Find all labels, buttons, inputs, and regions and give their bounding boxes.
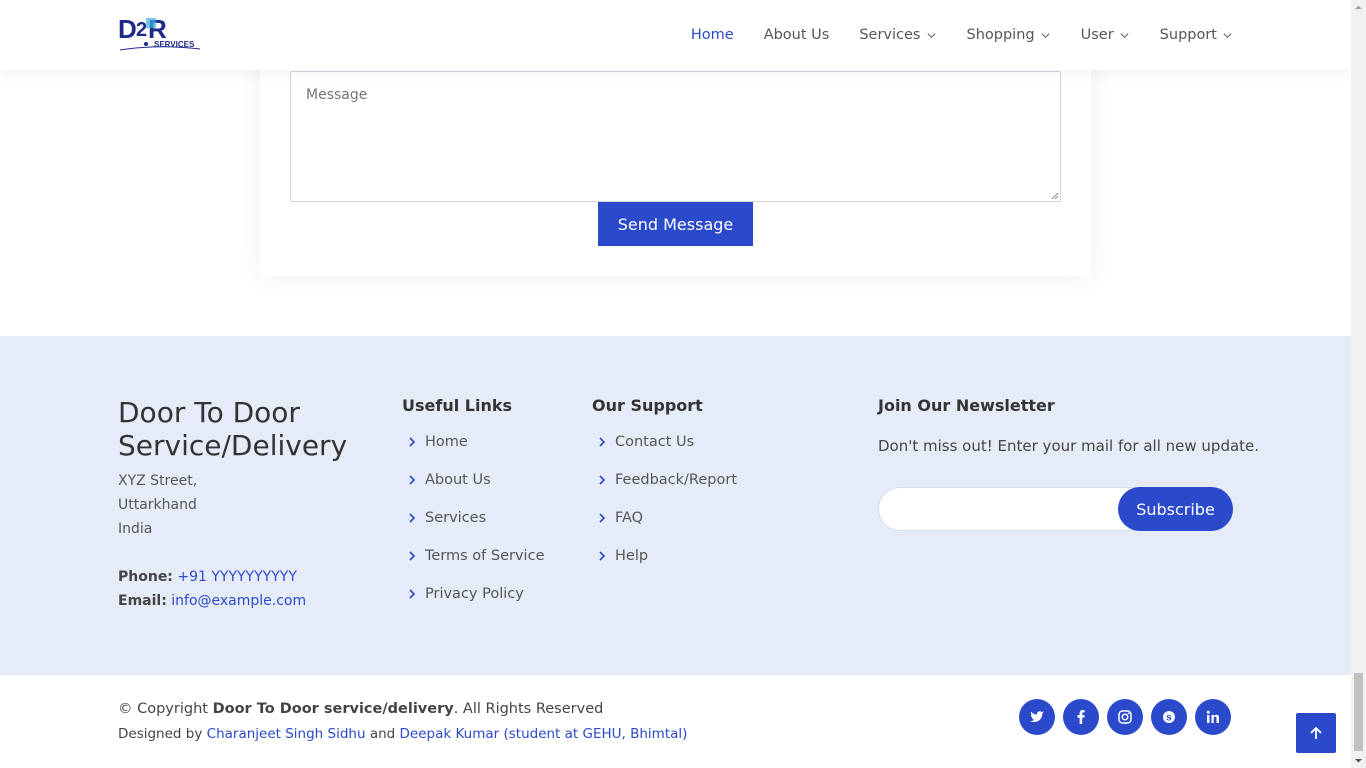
footer-link-services[interactable]: Services xyxy=(408,510,486,526)
phone-label: Phone: xyxy=(118,569,173,585)
nav-support-label: Support xyxy=(1159,27,1217,43)
chevron-right-icon xyxy=(409,589,416,599)
newsletter-title: Join Our Newsletter xyxy=(878,396,1055,415)
credits-and: and xyxy=(365,726,400,742)
chevron-right-icon xyxy=(599,513,606,523)
footer-link-label: Help xyxy=(615,548,649,564)
facebook-icon xyxy=(1077,710,1085,724)
designer-link[interactable]: Deepak Kumar (student at GEHU, Bhimtal) xyxy=(400,726,688,742)
copyright-prefix: © Copyright xyxy=(118,701,213,717)
email-line: Email: info@example.com xyxy=(118,593,306,609)
arrow-up-icon xyxy=(1310,726,1322,739)
footer-link-feedback[interactable]: Feedback/Report xyxy=(598,472,737,488)
social-links xyxy=(1019,699,1239,735)
footer-link-label: Terms of Service xyxy=(425,548,545,564)
nav-user-label: User xyxy=(1080,27,1114,43)
linkedin-icon xyxy=(1206,710,1219,723)
nav-shopping-label: Shopping xyxy=(966,27,1035,43)
facebook-link[interactable] xyxy=(1063,699,1099,735)
nav-shopping[interactable]: Shopping xyxy=(967,27,1051,43)
address-line: XYZ Street, xyxy=(118,473,198,489)
resize-handle-icon[interactable] xyxy=(1050,191,1059,200)
chevron-down-icon xyxy=(1041,32,1050,38)
footer-brand-line1: Door To Door xyxy=(118,396,300,429)
newsletter-form: Subscribe xyxy=(878,487,1233,531)
chevron-down-icon xyxy=(1120,32,1129,38)
footer-link-label: About Us xyxy=(425,472,491,488)
phone-line: Phone: +91 YYYYYYYYYY xyxy=(118,569,297,585)
chevron-right-icon xyxy=(599,475,606,485)
footer-link-home[interactable]: Home xyxy=(408,434,468,450)
copyright-suffix: . All Rights Reserved xyxy=(453,701,604,717)
chevron-right-icon xyxy=(409,475,416,485)
chevron-down-icon xyxy=(1223,32,1232,38)
footer-link-contact-us[interactable]: Contact Us xyxy=(598,434,694,450)
footer-bottom: © Copyright Door To Door service/deliver… xyxy=(0,675,1351,768)
subscribe-button[interactable]: Subscribe xyxy=(1118,487,1233,531)
twitter-icon xyxy=(1030,711,1044,723)
footer-link-privacy[interactable]: Privacy Policy xyxy=(408,586,524,602)
phone-link[interactable]: +91 YYYYYYYYYY xyxy=(177,569,297,585)
footer-link-terms[interactable]: Terms of Service xyxy=(408,548,544,564)
footer-link-label: Contact Us xyxy=(615,434,695,450)
site-header: D 2 R SERVICES Home About Us Services Sh… xyxy=(0,0,1351,70)
footer-top: Door To Door Service/Delivery XYZ Street… xyxy=(0,336,1351,675)
footer-link-label: Privacy Policy xyxy=(425,586,524,602)
useful-links-title: Useful Links xyxy=(402,396,513,415)
back-to-top-button[interactable] xyxy=(1296,713,1336,753)
nav-home[interactable]: Home xyxy=(691,27,734,43)
svg-text:2: 2 xyxy=(136,19,147,41)
main-nav: Home About Us Services Shopping User Sup… xyxy=(661,0,1233,70)
footer-brand-line2: Service/Delivery xyxy=(118,429,348,462)
chevron-right-icon xyxy=(599,437,606,447)
site-logo[interactable]: D 2 R SERVICES xyxy=(118,14,202,56)
designed-by-label: Designed by xyxy=(118,726,207,742)
copyright-text: © Copyright Door To Door service/deliver… xyxy=(118,701,603,717)
footer-link-label: Feedback/Report xyxy=(615,472,738,488)
message-textarea[interactable] xyxy=(290,71,1061,202)
svg-text:D: D xyxy=(118,14,137,44)
send-message-button[interactable]: Send Message xyxy=(598,202,753,246)
address-line: Uttarkhand xyxy=(118,497,197,513)
page-scrollbar[interactable] xyxy=(1351,0,1366,768)
copyright-name: Door To Door service/delivery xyxy=(212,701,454,717)
linkedin-link[interactable] xyxy=(1195,699,1231,735)
address-line: India xyxy=(118,521,153,537)
scrollbar-thumb[interactable] xyxy=(1354,673,1363,751)
nav-support[interactable]: Support xyxy=(1160,27,1233,43)
twitter-link[interactable] xyxy=(1019,699,1055,735)
credits-text: Designed by Charanjeet Singh Sidhu and D… xyxy=(118,726,687,742)
footer-link-help[interactable]: Help xyxy=(598,548,648,564)
newsletter-text: Don't miss out! Enter your mail for all … xyxy=(878,437,1260,455)
nav-services[interactable]: Services xyxy=(859,27,936,43)
nav-user[interactable]: User xyxy=(1081,27,1130,43)
chevron-right-icon xyxy=(409,551,416,561)
support-title: Our Support xyxy=(592,396,703,415)
scroll-up-arrow-icon[interactable] xyxy=(1354,3,1363,12)
email-link[interactable]: info@example.com xyxy=(171,593,306,609)
scroll-down-arrow-icon[interactable] xyxy=(1354,756,1363,765)
newsletter-email-input[interactable] xyxy=(891,496,1111,522)
footer-link-label: Home xyxy=(425,434,468,450)
footer-link-faq[interactable]: FAQ xyxy=(598,510,643,526)
nav-about-label: About Us xyxy=(763,27,830,43)
chevron-down-icon xyxy=(926,32,936,38)
footer-link-label: Services xyxy=(425,510,487,526)
contact-form-card: Send Message xyxy=(260,40,1091,276)
chevron-right-icon xyxy=(409,437,416,447)
nav-about-us[interactable]: About Us xyxy=(764,27,830,43)
skype-link[interactable] xyxy=(1151,699,1187,735)
skype-icon xyxy=(1163,711,1175,723)
footer-brand: Door To Door Service/Delivery xyxy=(118,396,378,462)
chevron-right-icon xyxy=(409,513,416,523)
instagram-icon xyxy=(1118,710,1132,724)
nav-services-label: Services xyxy=(859,27,921,43)
chevron-right-icon xyxy=(599,551,606,561)
footer-link-about-us[interactable]: About Us xyxy=(408,472,491,488)
designer-link[interactable]: Charanjeet Singh Sidhu xyxy=(207,726,366,742)
nav-home-label: Home xyxy=(690,27,734,43)
footer-link-label: FAQ xyxy=(615,510,644,526)
instagram-link[interactable] xyxy=(1107,699,1143,735)
email-label: Email: xyxy=(118,593,167,609)
